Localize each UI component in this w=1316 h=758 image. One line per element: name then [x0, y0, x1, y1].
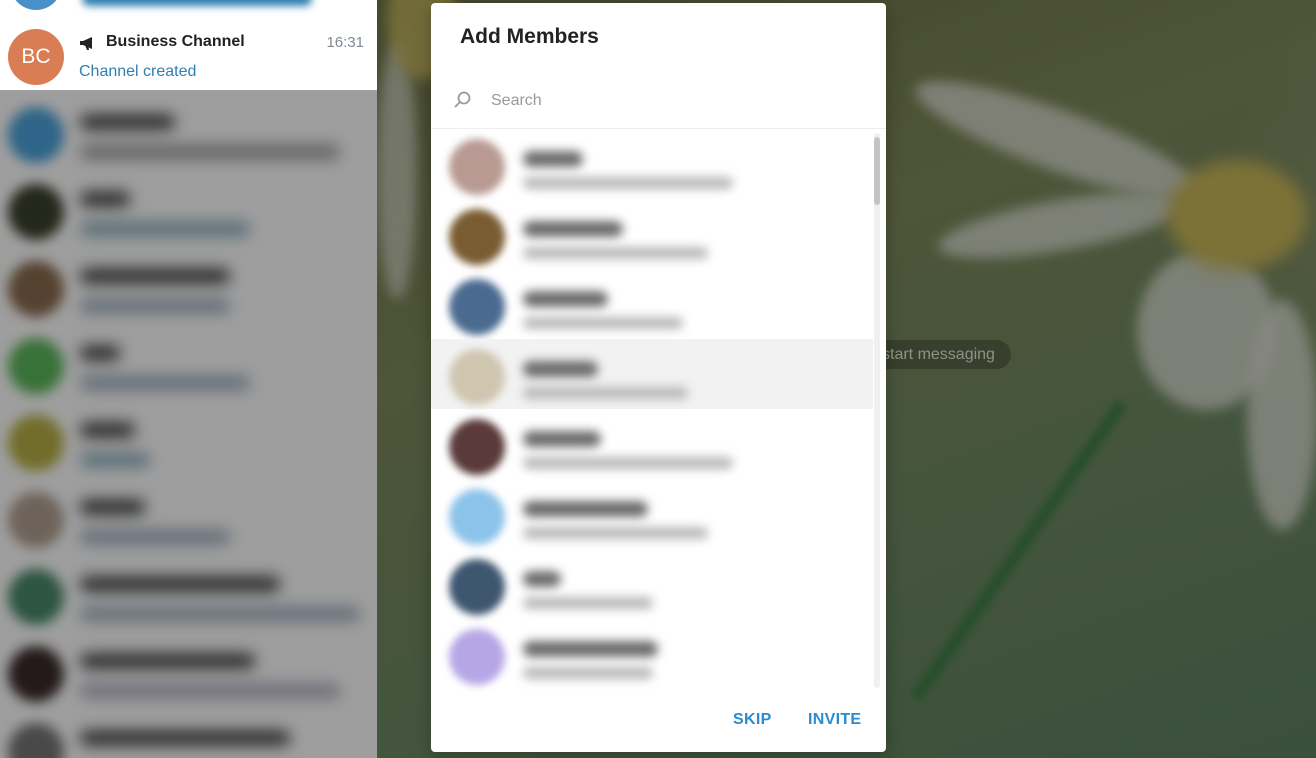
dialog-title: Add Members [460, 25, 599, 48]
contact-row[interactable] [431, 339, 873, 409]
contact-name [523, 571, 561, 587]
contact-status [523, 387, 688, 399]
avatar [10, 0, 62, 10]
contact-row[interactable] [431, 199, 873, 269]
search-bar[interactable] [431, 78, 886, 122]
search-icon [453, 90, 473, 110]
contact-name [523, 151, 583, 167]
avatar [449, 419, 505, 475]
avatar [449, 489, 505, 545]
avatar-business-channel: BC [8, 29, 64, 85]
contact-status [523, 597, 653, 609]
avatar [449, 559, 505, 615]
contact-name [523, 431, 601, 447]
contact-status [523, 317, 683, 329]
contact-row[interactable] [431, 479, 873, 549]
contact-name [523, 641, 658, 657]
chat-title: Business Channel [106, 33, 245, 50]
invite-button[interactable]: INVITE [808, 711, 861, 729]
contact-name [523, 221, 623, 237]
contact-row[interactable] [431, 129, 873, 199]
avatar [449, 349, 505, 405]
chat-preview [82, 0, 312, 6]
add-members-dialog: Add Members Search SKIP INVITE [431, 3, 886, 752]
contact-name [523, 501, 648, 517]
chat-row-active-overlay: BC Business Channel Channel created 16:3… [0, 0, 377, 90]
contact-row[interactable] [431, 549, 873, 619]
megaphone-icon [80, 35, 100, 55]
contact-list [431, 128, 886, 692]
contact-list-scrollbar[interactable] [874, 133, 880, 688]
contact-row[interactable] [431, 409, 873, 479]
scroll-thumb[interactable] [874, 137, 880, 205]
avatar [449, 279, 505, 335]
contact-status [523, 527, 708, 539]
avatar [449, 209, 505, 265]
contact-name [523, 361, 598, 377]
contact-status [523, 247, 708, 259]
contact-status [523, 177, 733, 189]
chat-time: 16:31 [326, 34, 364, 51]
skip-button[interactable]: SKIP [733, 711, 772, 729]
contact-name [523, 291, 608, 307]
contact-status [523, 457, 733, 469]
contact-row[interactable] [431, 619, 873, 689]
search-input[interactable] [489, 84, 863, 118]
chat-subtitle: Channel created [79, 63, 197, 80]
avatar [449, 139, 505, 195]
contact-row[interactable] [431, 269, 873, 339]
avatar [449, 629, 505, 685]
contact-status [523, 667, 653, 679]
